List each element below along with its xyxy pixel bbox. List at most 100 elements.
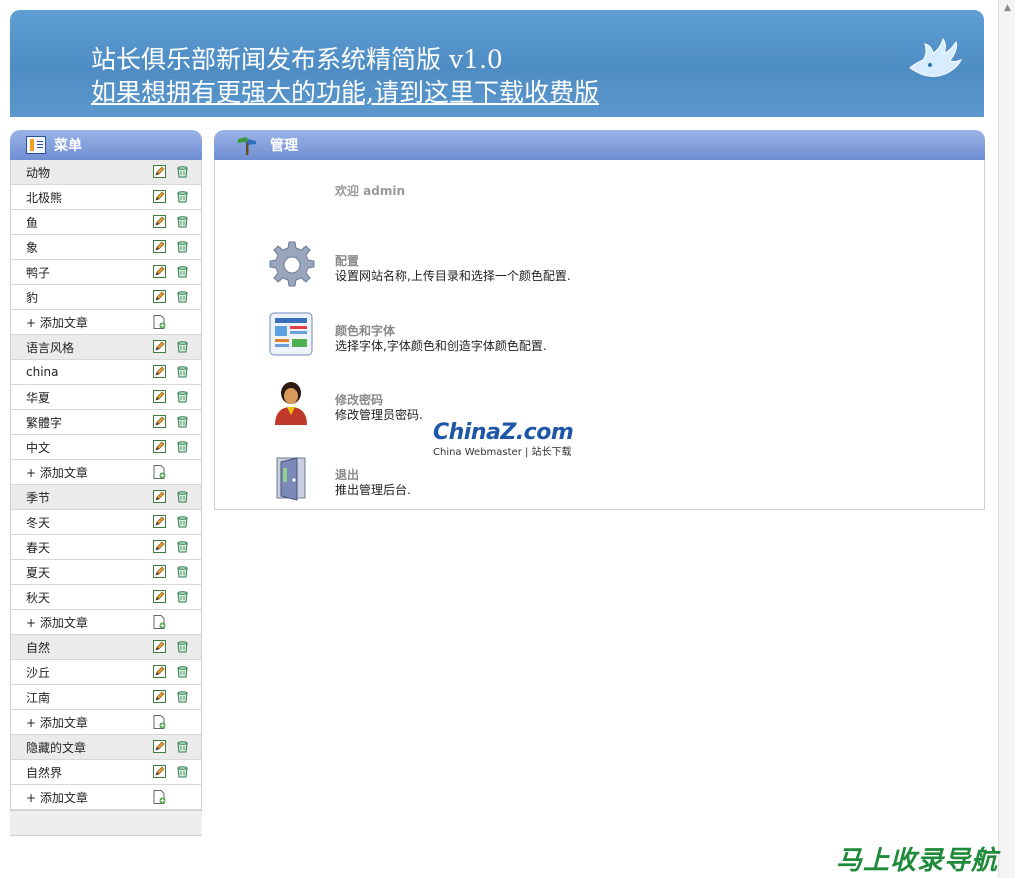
edit-icon[interactable]: [153, 290, 166, 303]
menu-item-label[interactable]: 春天: [11, 539, 50, 556]
edit-icon[interactable]: [153, 640, 166, 653]
edit-icon[interactable]: [153, 365, 166, 378]
delete-icon[interactable]: [176, 215, 189, 228]
menu-item[interactable]: 繁體字: [11, 410, 201, 435]
palette-layout-icon[interactable]: [267, 310, 315, 358]
menu-item-label[interactable]: 秋天: [11, 589, 50, 606]
delete-icon[interactable]: [176, 565, 189, 578]
edit-icon[interactable]: [153, 215, 166, 228]
menu-item-label[interactable]: 自然界: [11, 764, 62, 781]
menu-item-label[interactable]: 动物: [11, 164, 50, 181]
menu-item-label[interactable]: 鸭子: [11, 264, 50, 281]
menu-item-label[interactable]: 北极熊: [11, 189, 62, 206]
delete-icon[interactable]: [176, 240, 189, 253]
menu-category[interactable]: 自然: [11, 635, 201, 660]
menu-item[interactable]: 鱼: [11, 210, 201, 235]
menu-item-label[interactable]: 季节: [11, 489, 50, 506]
menu-item-label[interactable]: 自然: [11, 639, 50, 656]
delete-icon[interactable]: [176, 190, 189, 203]
add-article-row[interactable]: + 添加文章: [11, 460, 201, 485]
menu-item[interactable]: 江南: [11, 685, 201, 710]
delete-icon[interactable]: [176, 515, 189, 528]
edit-icon[interactable]: [153, 165, 166, 178]
menu-item[interactable]: 自然界: [11, 760, 201, 785]
edit-icon[interactable]: [153, 240, 166, 253]
add-article-row[interactable]: + 添加文章: [11, 710, 201, 735]
menu-item[interactable]: 华夏: [11, 385, 201, 410]
edit-icon[interactable]: [153, 415, 166, 428]
menu-item[interactable]: 豹: [11, 285, 201, 310]
menu-item-label[interactable]: 沙丘: [11, 664, 50, 681]
edit-icon[interactable]: [153, 565, 166, 578]
add-article-link[interactable]: + 添加文章: [11, 464, 88, 481]
delete-icon[interactable]: [176, 740, 189, 753]
delete-icon[interactable]: [176, 290, 189, 303]
delete-icon[interactable]: [176, 490, 189, 503]
delete-icon[interactable]: [176, 640, 189, 653]
exit-door-icon[interactable]: [267, 454, 315, 502]
menu-item-label[interactable]: 华夏: [11, 389, 50, 406]
color-font-option[interactable]: 颜色和字体 选择字体,字体颜色和创造字体颜色配置.: [267, 310, 827, 370]
menu-category[interactable]: 语言风格: [11, 335, 201, 360]
delete-icon[interactable]: [176, 390, 189, 403]
add-article-link[interactable]: + 添加文章: [11, 714, 88, 731]
edit-icon[interactable]: [153, 590, 166, 603]
edit-icon[interactable]: [153, 190, 166, 203]
edit-icon[interactable]: [153, 265, 166, 278]
edit-icon[interactable]: [153, 440, 166, 453]
menu-item-label[interactable]: 中文: [11, 439, 50, 456]
menu-item[interactable]: 春天: [11, 535, 201, 560]
menu-item-label[interactable]: china: [11, 365, 59, 379]
add-article-icon[interactable]: [153, 790, 166, 804]
config-option[interactable]: 配置 设置网站名称,上传目录和选择一个颜色配置.: [267, 240, 827, 300]
menu-item-label[interactable]: 语言风格: [11, 339, 74, 356]
menu-item[interactable]: 北极熊: [11, 185, 201, 210]
edit-icon[interactable]: [153, 490, 166, 503]
delete-icon[interactable]: [176, 765, 189, 778]
edit-icon[interactable]: [153, 690, 166, 703]
edit-icon[interactable]: [153, 390, 166, 403]
delete-icon[interactable]: [176, 415, 189, 428]
add-article-row[interactable]: + 添加文章: [11, 610, 201, 635]
menu-item[interactable]: 鸭子: [11, 260, 201, 285]
edit-icon[interactable]: [153, 665, 166, 678]
edit-icon[interactable]: [153, 515, 166, 528]
add-article-link[interactable]: + 添加文章: [11, 789, 88, 806]
menu-category[interactable]: 隐藏的文章: [11, 735, 201, 760]
menu-item-label[interactable]: 繁體字: [11, 414, 62, 431]
menu-item-label[interactable]: 江南: [11, 689, 50, 706]
delete-icon[interactable]: [176, 590, 189, 603]
edit-icon[interactable]: [153, 740, 166, 753]
upgrade-link[interactable]: 如果想拥有更强大的功能,请到这里下载收费版: [91, 73, 599, 109]
add-article-row[interactable]: + 添加文章: [11, 785, 201, 810]
menu-item[interactable]: 秋天: [11, 585, 201, 610]
delete-icon[interactable]: [176, 690, 189, 703]
menu-item-label[interactable]: 象: [11, 239, 38, 256]
delete-icon[interactable]: [176, 665, 189, 678]
edit-icon[interactable]: [153, 340, 166, 353]
user-icon[interactable]: [267, 379, 315, 427]
edit-icon[interactable]: [153, 540, 166, 553]
delete-icon[interactable]: [176, 265, 189, 278]
delete-icon[interactable]: [176, 340, 189, 353]
delete-icon[interactable]: [176, 165, 189, 178]
vertical-scrollbar[interactable]: ▲: [998, 0, 1015, 878]
menu-item[interactable]: 象: [11, 235, 201, 260]
delete-icon[interactable]: [176, 365, 189, 378]
delete-icon[interactable]: [176, 540, 189, 553]
menu-item-label[interactable]: 夏天: [11, 564, 50, 581]
gear-icon[interactable]: [267, 240, 315, 288]
add-article-icon[interactable]: [153, 465, 166, 479]
menu-item[interactable]: china: [11, 360, 201, 385]
menu-item[interactable]: 冬天: [11, 510, 201, 535]
menu-category[interactable]: 动物: [11, 160, 201, 185]
menu-item[interactable]: 中文: [11, 435, 201, 460]
scroll-up-icon[interactable]: ▲: [999, 0, 1015, 17]
menu-item-label[interactable]: 豹: [11, 289, 38, 306]
add-article-link[interactable]: + 添加文章: [11, 314, 88, 331]
menu-item-label[interactable]: 冬天: [11, 514, 50, 531]
add-article-link[interactable]: + 添加文章: [11, 614, 88, 631]
add-article-icon[interactable]: [153, 615, 166, 629]
menu-category[interactable]: 季节: [11, 485, 201, 510]
delete-icon[interactable]: [176, 440, 189, 453]
